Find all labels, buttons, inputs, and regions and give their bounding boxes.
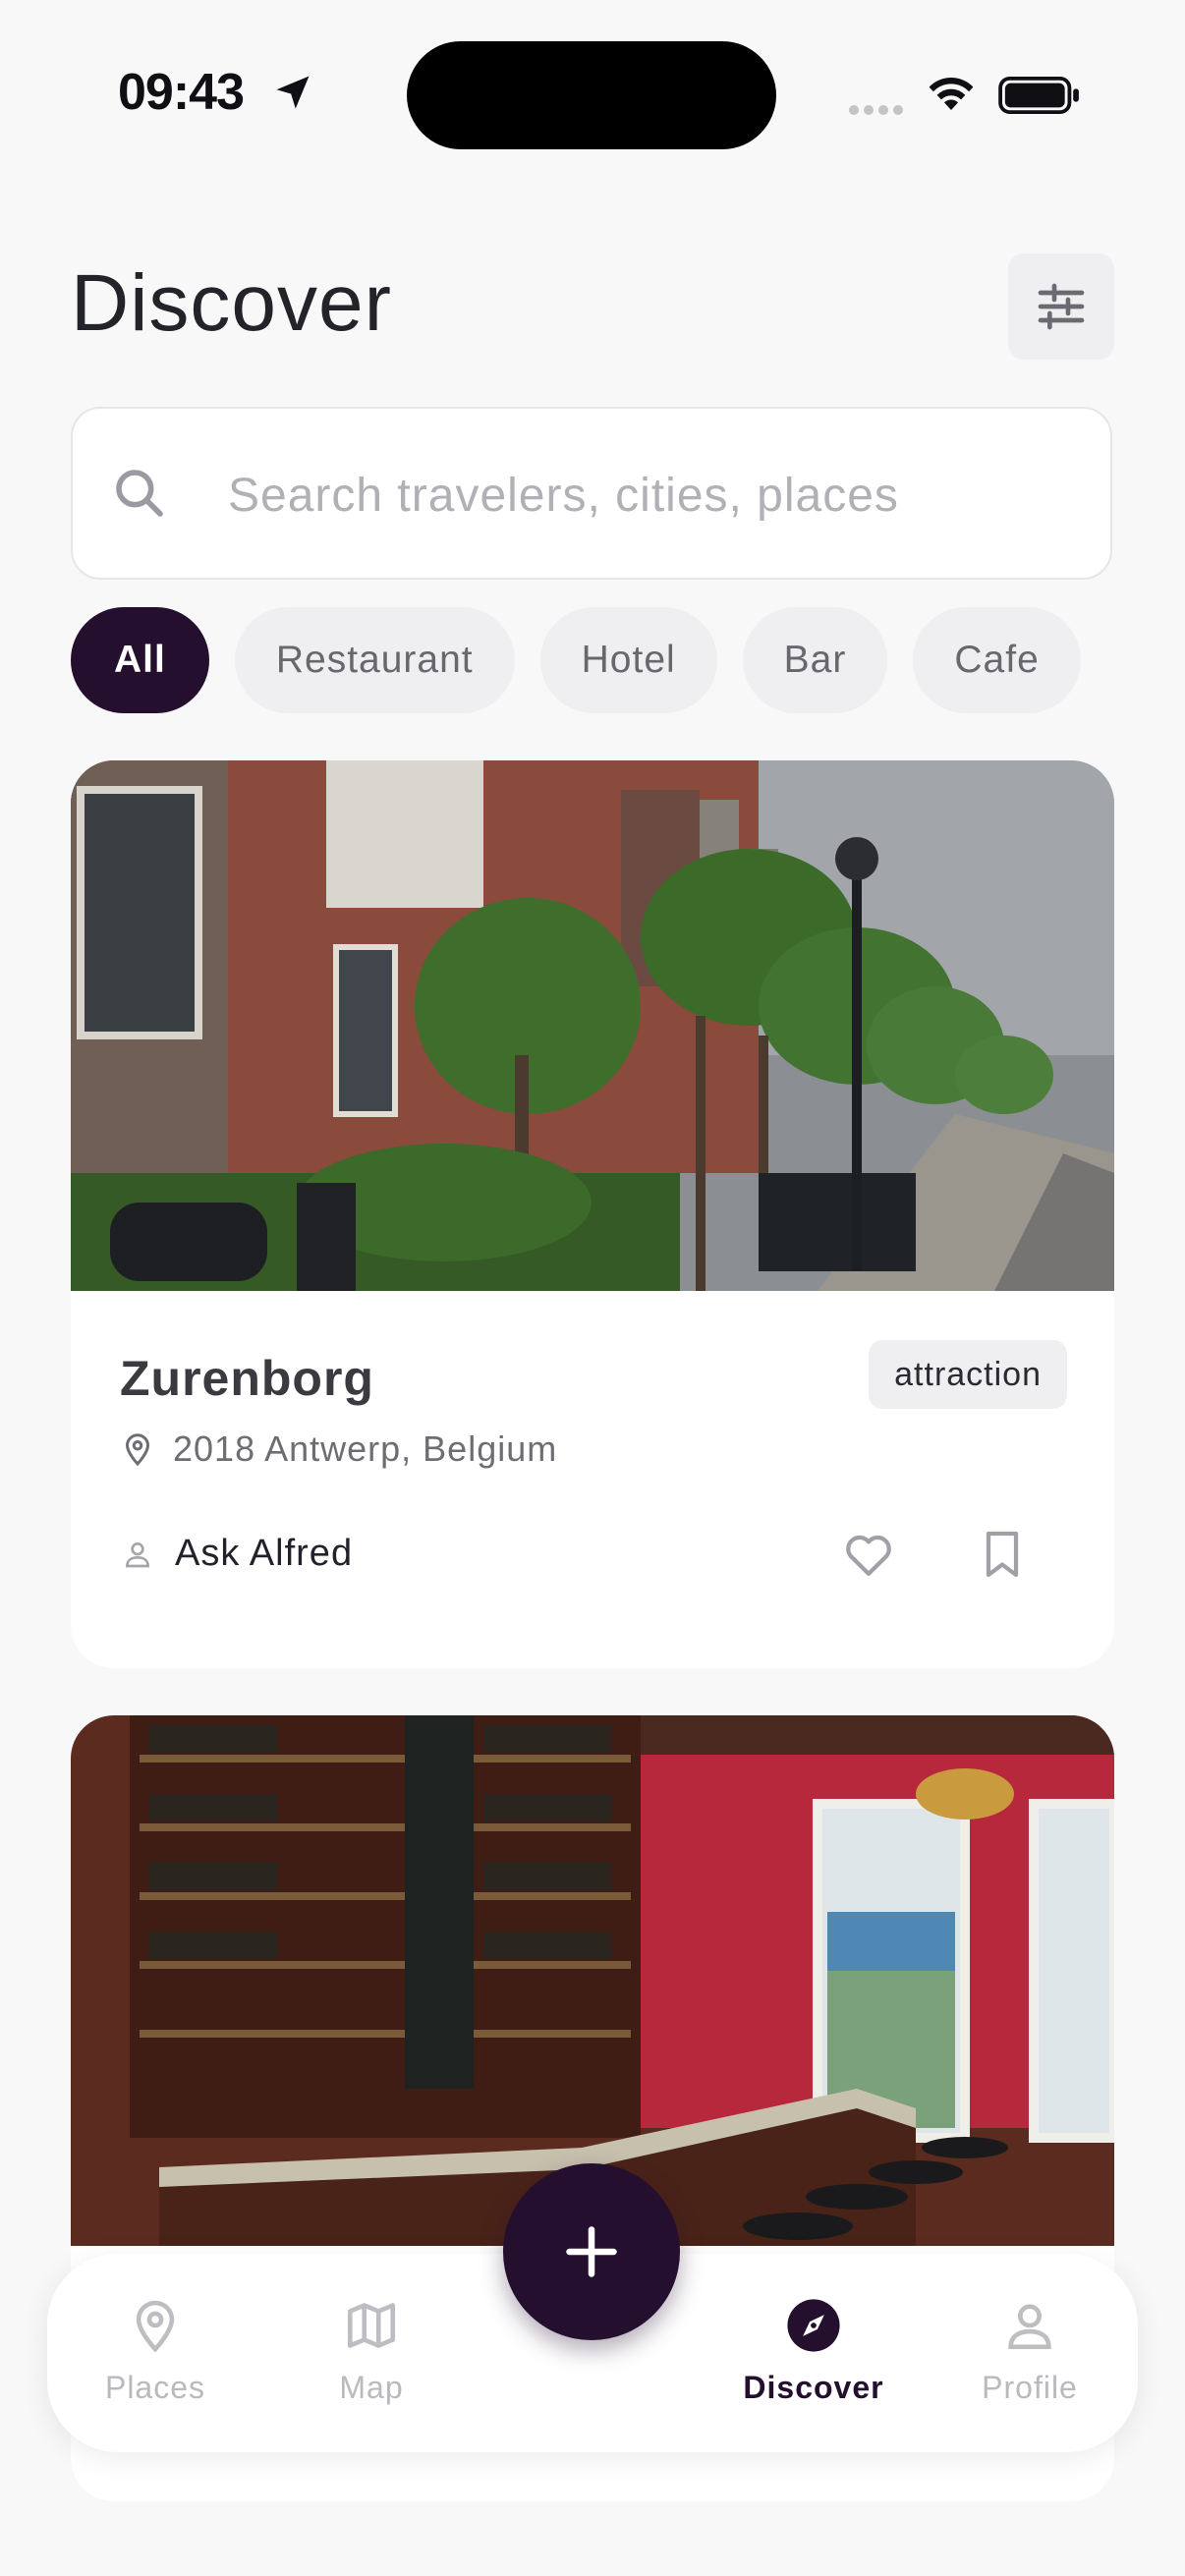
- wifi-icon: [929, 78, 974, 110]
- filter-button[interactable]: [1008, 253, 1114, 360]
- cellular-signal-icon: [849, 102, 908, 120]
- user-icon: [1008, 2304, 1051, 2350]
- chip-cafe[interactable]: Cafe: [913, 607, 1081, 713]
- search-input[interactable]: [226, 460, 1075, 531]
- nav-item-profile[interactable]: Profile: [941, 2297, 1118, 2406]
- map-icon: [347, 2303, 396, 2348]
- nav-item-map[interactable]: Map: [283, 2297, 460, 2406]
- dynamic-island: [407, 41, 776, 149]
- map-pin-icon: [136, 2300, 175, 2353]
- compass-icon: [787, 2299, 840, 2352]
- plus-icon: [566, 2226, 617, 2277]
- map-pin-icon: [125, 1433, 150, 1467]
- author-link[interactable]: Ask Alfred: [122, 1533, 353, 1575]
- author-name: Ask Alfred: [175, 1533, 354, 1574]
- nav-label: Discover: [743, 2370, 884, 2405]
- user-icon: [125, 1541, 150, 1567]
- nav-label: Map: [339, 2370, 404, 2405]
- battery-icon: [998, 77, 1079, 114]
- category-badge: attraction: [869, 1340, 1067, 1409]
- location-arrow-icon: [276, 76, 310, 109]
- search-icon: [116, 470, 163, 517]
- street-with-trees-photo: [71, 760, 1114, 1291]
- nav-label: Profile: [982, 2370, 1078, 2405]
- chip-restaurant[interactable]: Restaurant: [234, 607, 515, 713]
- chip-hotel[interactable]: Hotel: [539, 607, 717, 713]
- place-card[interactable]: Zurenborg attraction 2018 Antwerp, Belgi…: [71, 760, 1114, 1668]
- nav-label: Places: [104, 2370, 206, 2405]
- chip-all[interactable]: All: [71, 607, 209, 713]
- place-name: Zurenborg: [120, 1351, 374, 1406]
- status-time: 09:43: [118, 64, 245, 121]
- place-address: 2018 Antwerp, Belgium: [120, 1428, 557, 1470]
- sliders-icon: [1038, 283, 1085, 330]
- bookmark-icon[interactable]: [975, 1527, 1030, 1582]
- add-button[interactable]: [503, 2163, 680, 2340]
- heart-icon[interactable]: [841, 1527, 896, 1582]
- address-text: 2018 Antwerp, Belgium: [173, 1428, 558, 1469]
- nav-item-places[interactable]: Places: [67, 2297, 244, 2406]
- chip-bar[interactable]: Bar: [742, 607, 888, 713]
- place-photo[interactable]: [71, 760, 1114, 1291]
- search-bar[interactable]: [71, 407, 1112, 580]
- page-title: Discover: [71, 258, 392, 348]
- category-filter-chips: All Restaurant Hotel Bar Cafe: [71, 607, 1081, 713]
- nav-item-discover[interactable]: Discover: [725, 2297, 902, 2406]
- status-bar: 09:43: [0, 0, 1185, 187]
